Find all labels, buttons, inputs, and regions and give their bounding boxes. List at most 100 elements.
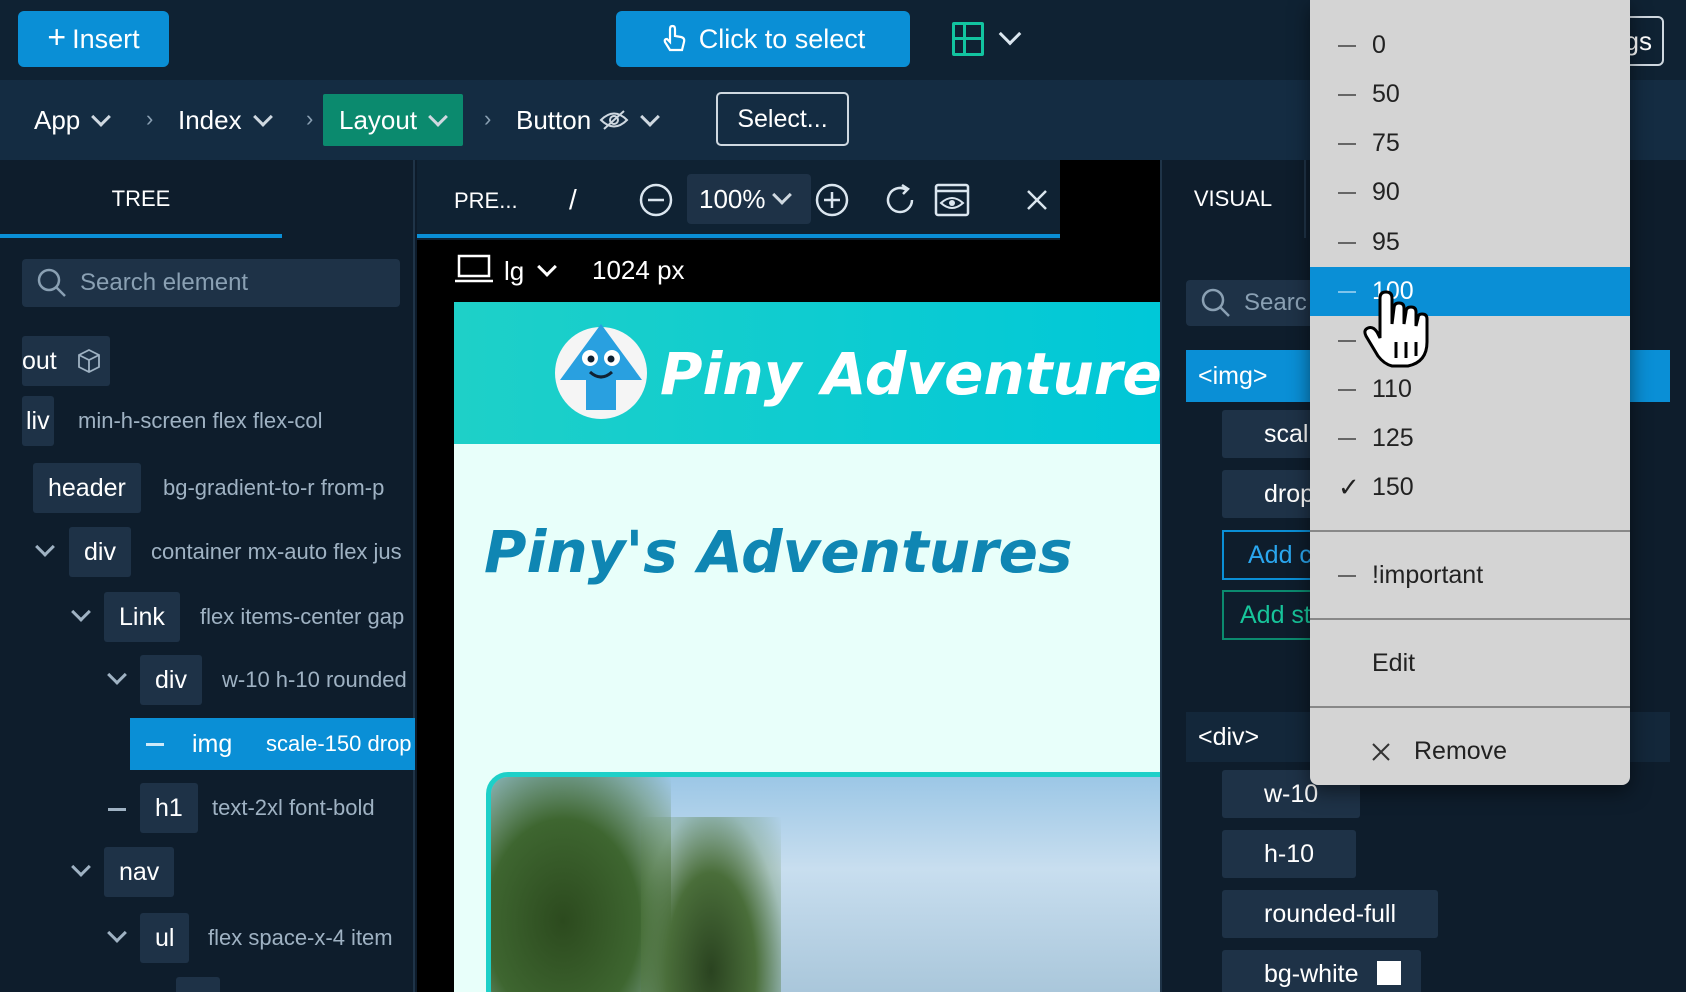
class-chip-label: rounded-full: [1264, 900, 1397, 928]
chevron-down-icon[interactable]: [35, 537, 55, 557]
menu-item-0[interactable]: 0: [1310, 21, 1630, 70]
crumb-layout[interactable]: Layout: [323, 94, 464, 146]
crumb-index-label: Index: [178, 104, 242, 135]
tree-node-img-selected[interactable]: img scale-150 drop: [130, 718, 415, 770]
dash-icon: [1338, 93, 1356, 96]
search-input[interactable]: Search element: [22, 259, 400, 307]
menu-item-150[interactable]: ✓ 150: [1310, 463, 1630, 512]
chevron-down-icon: [252, 107, 273, 127]
menu-item-110[interactable]: 110: [1310, 365, 1630, 414]
chevron-down-icon[interactable]: [998, 22, 1022, 46]
color-swatch: [1377, 961, 1402, 986]
menu-item-95[interactable]: 95: [1310, 218, 1630, 267]
menu-item-75[interactable]: 75: [1310, 119, 1630, 168]
tree-node-nav[interactable]: nav: [104, 847, 175, 897]
click-to-select-button[interactable]: Click to select: [616, 11, 910, 67]
close-icon: [1372, 742, 1390, 761]
tree-node-div[interactable]: div: [140, 655, 202, 705]
hero-image: [486, 772, 1160, 992]
add-class-label: Add c: [1248, 541, 1312, 569]
chevron-down-icon[interactable]: [71, 857, 91, 877]
dash-icon: [1338, 142, 1356, 145]
tree-node-li[interactable]: [176, 977, 220, 992]
menu-item-50[interactable]: 50: [1310, 70, 1630, 119]
chevron-down-icon: [428, 107, 448, 127]
menu-item-label: Edit: [1372, 649, 1416, 677]
layout-grid-icon[interactable]: [952, 22, 984, 56]
breakpoint-label[interactable]: lg: [504, 256, 524, 287]
menu-item-100[interactable]: 100: [1310, 267, 1630, 316]
parent-tag-label: <div>: [1198, 723, 1260, 751]
click-to-select-label: Click to select: [698, 23, 866, 54]
tree-node-label: out: [22, 347, 57, 375]
class-search-placeholder: Searc: [1244, 289, 1307, 316]
insert-button[interactable]: + Insert: [18, 11, 169, 67]
tree-node-link[interactable]: Link: [104, 592, 180, 642]
menu-item-105[interactable]: [1310, 316, 1630, 365]
crumb-index[interactable]: Index: [178, 94, 273, 146]
search-icon: [37, 268, 66, 297]
tab-tree[interactable]: TREE: [0, 160, 282, 238]
dash-icon: [146, 743, 164, 746]
tree-node-label: ul: [155, 924, 175, 952]
dash-icon: [1338, 44, 1356, 47]
menu-item-label: !important: [1372, 561, 1484, 589]
menu-divider: [1310, 706, 1630, 708]
menu-divider: [1310, 530, 1630, 532]
zoom-out-icon[interactable]: [638, 182, 674, 218]
chevron-down-icon[interactable]: [107, 923, 127, 943]
chevron-down-icon: [772, 185, 792, 205]
class-chip-label: h-10: [1264, 840, 1315, 868]
class-chip-label: bg-white: [1264, 960, 1359, 988]
tree-node-header[interactable]: header: [33, 463, 141, 513]
crumb-app[interactable]: App: [34, 94, 112, 146]
tab-visual[interactable]: VISUAL: [1162, 160, 1306, 238]
dash-icon: [1338, 290, 1356, 293]
menu-item-125[interactable]: 125: [1310, 414, 1630, 463]
search-icon: [1201, 288, 1230, 317]
tree-node-classes: bg-gradient-to-r from-p: [163, 475, 385, 500]
menu-item-important[interactable]: !important: [1310, 551, 1630, 600]
preview-path[interactable]: /: [569, 184, 577, 216]
site-header: Piny Adventures: [454, 302, 1160, 444]
preview-eye-icon[interactable]: [934, 183, 970, 217]
class-chip-rounded-full[interactable]: rounded-full: [1222, 890, 1439, 938]
close-icon[interactable]: [1025, 188, 1049, 212]
crumb-layout-label: Layout: [339, 104, 418, 135]
class-chip-label: scal: [1264, 420, 1309, 448]
tree-node-label: div: [155, 666, 187, 694]
class-chip-label: drop: [1264, 480, 1315, 508]
dash-icon: [1338, 574, 1356, 577]
class-chip-bg-white[interactable]: bg-white: [1222, 950, 1422, 992]
refresh-icon[interactable]: [882, 182, 918, 218]
tree-node-ul[interactable]: ul: [140, 913, 190, 963]
crumb-button[interactable]: Button: [516, 94, 661, 146]
hand-cursor-icon: [1363, 290, 1429, 368]
menu-divider: [1310, 618, 1630, 620]
menu-item-90[interactable]: 90: [1310, 168, 1630, 217]
chevron-down-icon[interactable]: [71, 602, 91, 622]
tree-node-classes: text-2xl font-bold: [212, 795, 375, 820]
zoom-in-icon[interactable]: [814, 182, 850, 218]
dash-icon: [1338, 241, 1356, 244]
class-chip-h-10[interactable]: h-10: [1222, 830, 1357, 878]
preview-toolbar: PRE... / 100%: [417, 160, 1060, 240]
menu-item-label: 50: [1372, 80, 1400, 108]
scale-value-menu: 0 50 75 90 95 100 110 125 ✓ 150 !importan…: [1310, 0, 1630, 785]
menu-item-remove[interactable]: Remove: [1310, 727, 1630, 776]
tree-node-classes: w-10 h-10 rounded: [222, 667, 407, 692]
menu-item-edit[interactable]: Edit: [1310, 639, 1630, 688]
tree-node-div[interactable]: liv: [22, 396, 54, 446]
chevron-down-icon[interactable]: [107, 665, 127, 685]
crumb-app-label: App: [34, 104, 81, 135]
menu-item-label: 150: [1372, 473, 1414, 501]
tree-node-h1[interactable]: h1: [140, 783, 198, 833]
tree-node-classes: container mx-auto flex jus: [151, 539, 402, 564]
laptop-icon[interactable]: [454, 254, 494, 284]
tree-node-layout[interactable]: out: [22, 336, 110, 386]
select-button[interactable]: Select...: [716, 92, 849, 146]
zoom-select[interactable]: 100%: [687, 174, 811, 224]
tree-panel: TREE Search element out liv min-h-screen…: [0, 160, 415, 992]
tree-node-div[interactable]: div: [69, 527, 131, 577]
eye-off-icon: [599, 110, 629, 130]
